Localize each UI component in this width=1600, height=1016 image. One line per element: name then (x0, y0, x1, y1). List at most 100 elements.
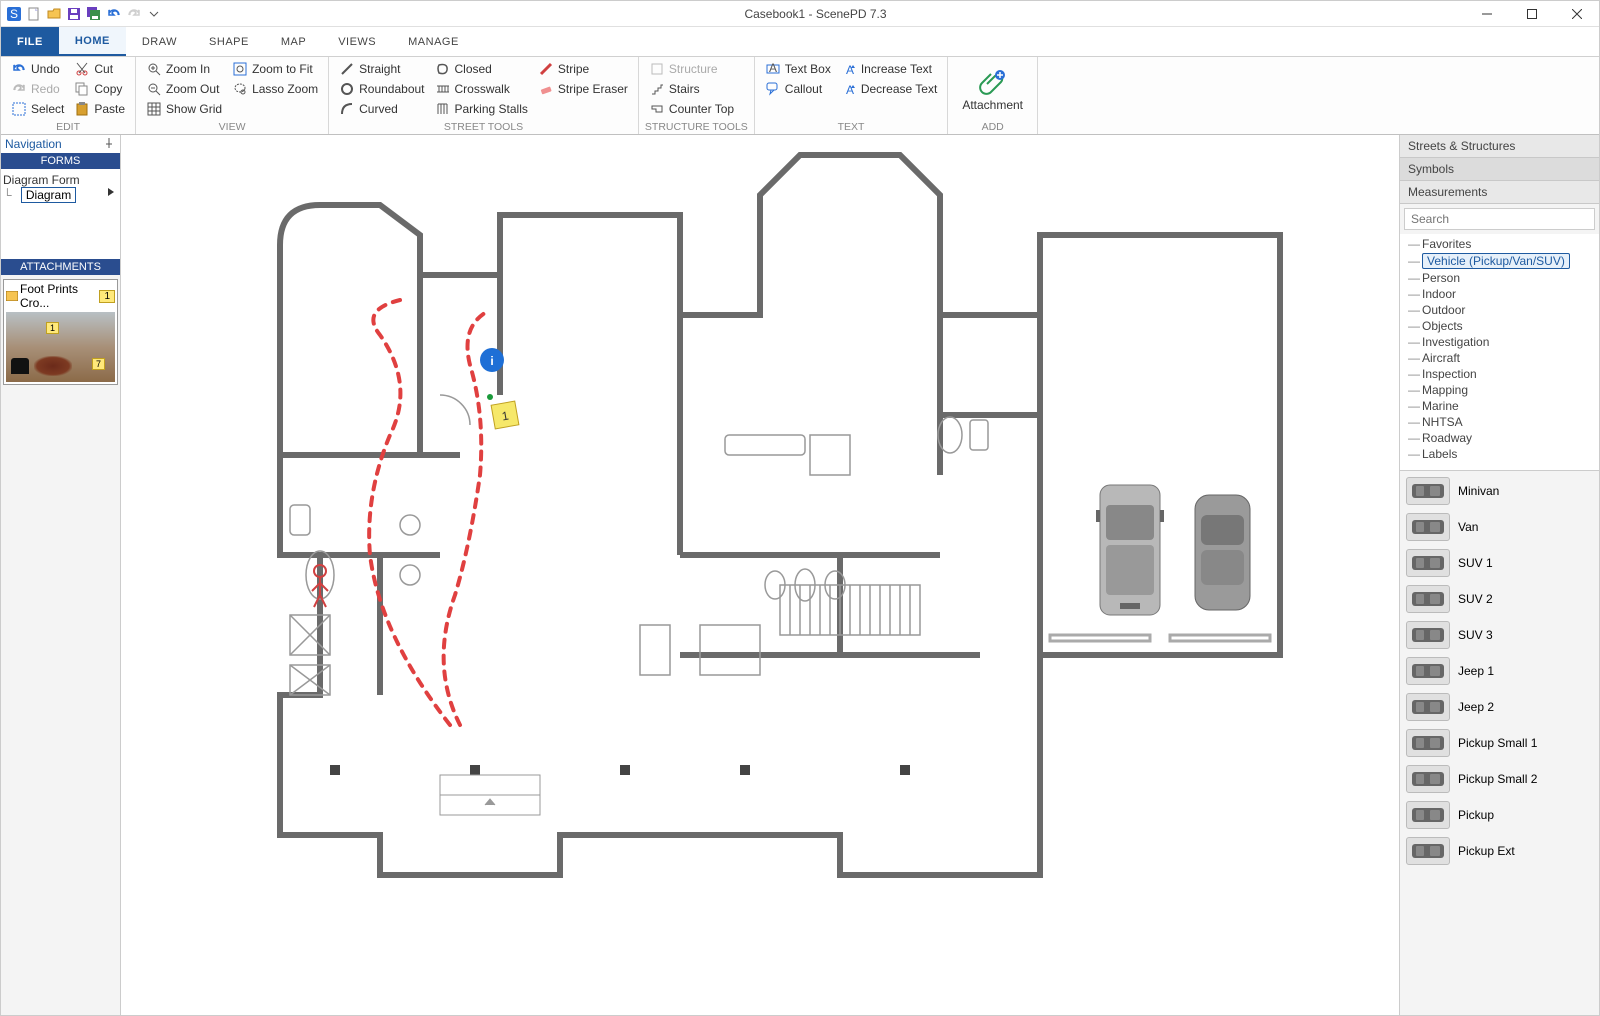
undo-icon[interactable] (105, 5, 123, 23)
svg-text:A: A (769, 62, 777, 75)
tab-draw[interactable]: DRAW (126, 27, 193, 56)
symbol-item[interactable]: Pickup Small 2 (1404, 763, 1595, 795)
pin-icon[interactable] (104, 138, 116, 150)
straight-icon (339, 61, 355, 77)
tree-node[interactable]: —Mapping (1408, 382, 1595, 398)
tree-node[interactable]: —Inspection (1408, 366, 1595, 382)
vehicle-sedan (1195, 495, 1250, 610)
zoom-in-button[interactable]: Zoom In (142, 59, 226, 79)
minimize-button[interactable] (1464, 1, 1509, 27)
stairs-button[interactable]: Stairs (645, 79, 738, 99)
stripe-eraser-button[interactable]: Stripe Eraser (534, 79, 632, 99)
textbox-icon: A (765, 61, 781, 77)
redo-icon[interactable] (125, 5, 143, 23)
tree-node[interactable]: —Outdoor (1408, 302, 1595, 318)
tree-node-label: Vehicle (Pickup/Van/SUV) (1422, 253, 1570, 269)
tree-node[interactable]: —NHTSA (1408, 414, 1595, 430)
undo-button[interactable]: Undo (7, 59, 68, 79)
callout-button[interactable]: Callout (761, 79, 835, 99)
symbol-item[interactable]: Jeep 2 (1404, 691, 1595, 723)
tree-node[interactable]: —Marine (1408, 398, 1595, 414)
attachment-item[interactable]: Foot Prints Cro... 1 (3, 279, 118, 385)
form-play-icon[interactable] (106, 187, 116, 197)
redo-button[interactable]: Redo (7, 79, 68, 99)
accordion-measurements[interactable]: Measurements (1400, 181, 1599, 204)
tab-map[interactable]: MAP (265, 27, 322, 56)
curved-button[interactable]: Curved (335, 99, 428, 119)
straight-button[interactable]: Straight (335, 59, 428, 79)
qat-dropdown-icon[interactable] (145, 5, 163, 23)
tree-node[interactable]: —Investigation (1408, 334, 1595, 350)
copy-button[interactable]: Copy (70, 79, 129, 99)
stripe-icon (538, 61, 554, 77)
cut-button[interactable]: Cut (70, 59, 129, 79)
symbol-preview (1406, 837, 1450, 865)
crosswalk-button[interactable]: Crosswalk (431, 79, 532, 99)
tree-node[interactable]: —Indoor (1408, 286, 1595, 302)
decrease-text-button[interactable]: ADecrease Text (837, 79, 941, 99)
parking-button[interactable]: Parking Stalls (431, 99, 532, 119)
search-input[interactable] (1404, 208, 1595, 230)
ribbon-group-street: Straight Roundabout Curved Closed Crossw… (329, 57, 639, 134)
symbol-item[interactable]: Pickup Small 1 (1404, 727, 1595, 759)
symbol-item[interactable]: SUV 1 (1404, 547, 1595, 579)
structure-button[interactable]: Structure (645, 59, 738, 79)
attachment-button[interactable]: Attachment (954, 59, 1031, 120)
select-button[interactable]: Select (7, 99, 68, 119)
svg-text:A: A (846, 83, 854, 96)
show-grid-button[interactable]: Show Grid (142, 99, 226, 119)
accordion-symbols[interactable]: Symbols (1400, 158, 1599, 181)
forms-header[interactable]: FORMS (1, 153, 120, 169)
active-form[interactable]: Diagram (21, 187, 76, 203)
roundabout-button[interactable]: Roundabout (335, 79, 428, 99)
label: Attachment (962, 98, 1023, 112)
lasso-zoom-button[interactable]: Lasso Zoom (228, 79, 322, 99)
symbol-item[interactable]: SUV 3 (1404, 619, 1595, 651)
group-label: EDIT (7, 120, 129, 134)
tab-views[interactable]: VIEWS (322, 27, 392, 56)
tab-file[interactable]: FILE (1, 27, 59, 56)
diagram-canvas[interactable]: i 1 (121, 135, 1399, 1015)
label: Closed (455, 62, 492, 76)
tab-home[interactable]: HOME (59, 27, 126, 56)
open-icon[interactable] (45, 5, 63, 23)
tree-node[interactable]: —Aircraft (1408, 350, 1595, 366)
tree-dash-icon: — (1408, 415, 1418, 429)
tree-node[interactable]: —Roadway (1408, 430, 1595, 446)
tree-node[interactable]: —Person (1408, 270, 1595, 286)
new-icon[interactable] (25, 5, 43, 23)
increase-text-button[interactable]: AIncrease Text (837, 59, 941, 79)
tab-manage[interactable]: MANAGE (392, 27, 475, 56)
zoom-to-fit-button[interactable]: Zoom to Fit (228, 59, 322, 79)
close-button[interactable] (1554, 1, 1599, 27)
stripe-button[interactable]: Stripe (534, 59, 632, 79)
label: Straight (359, 62, 400, 76)
closed-button[interactable]: Closed (431, 59, 532, 79)
symbol-preview (1406, 765, 1450, 793)
saveall-icon[interactable] (85, 5, 103, 23)
tree-node[interactable]: —Favorites (1408, 236, 1595, 252)
tree-node[interactable]: —Objects (1408, 318, 1595, 334)
symbol-item[interactable]: Pickup Ext (1404, 835, 1595, 867)
symbol-item[interactable]: SUV 2 (1404, 583, 1595, 615)
symbol-item[interactable]: Minivan (1404, 475, 1595, 507)
maximize-button[interactable] (1509, 1, 1554, 27)
tree-node[interactable]: —Vehicle (Pickup/Van/SUV) (1408, 252, 1595, 270)
accordion-streets[interactable]: Streets & Structures (1400, 135, 1599, 158)
counter-button[interactable]: Counter Top (645, 99, 738, 119)
undo-icon (11, 61, 27, 77)
symbol-item[interactable]: Pickup (1404, 799, 1595, 831)
symbol-item[interactable]: Jeep 1 (1404, 655, 1595, 687)
textbox-button[interactable]: AText Box (761, 59, 835, 79)
group-label: VIEW (142, 120, 322, 134)
tab-shape[interactable]: SHAPE (193, 27, 265, 56)
tree-node[interactable]: —Labels (1408, 446, 1595, 462)
paste-button[interactable]: Paste (70, 99, 129, 119)
symbol-label: Pickup (1458, 808, 1494, 822)
app-icon[interactable]: S (5, 5, 23, 23)
symbol-item[interactable]: Van (1404, 511, 1595, 543)
attachments-header[interactable]: ATTACHMENTS (1, 259, 120, 275)
symbol-palette: Minivan Van SUV 1 SUV 2 SUV 3 Jeep 1 Jeep 2 Pic… (1400, 471, 1599, 1015)
save-icon[interactable] (65, 5, 83, 23)
zoom-out-button[interactable]: Zoom Out (142, 79, 226, 99)
